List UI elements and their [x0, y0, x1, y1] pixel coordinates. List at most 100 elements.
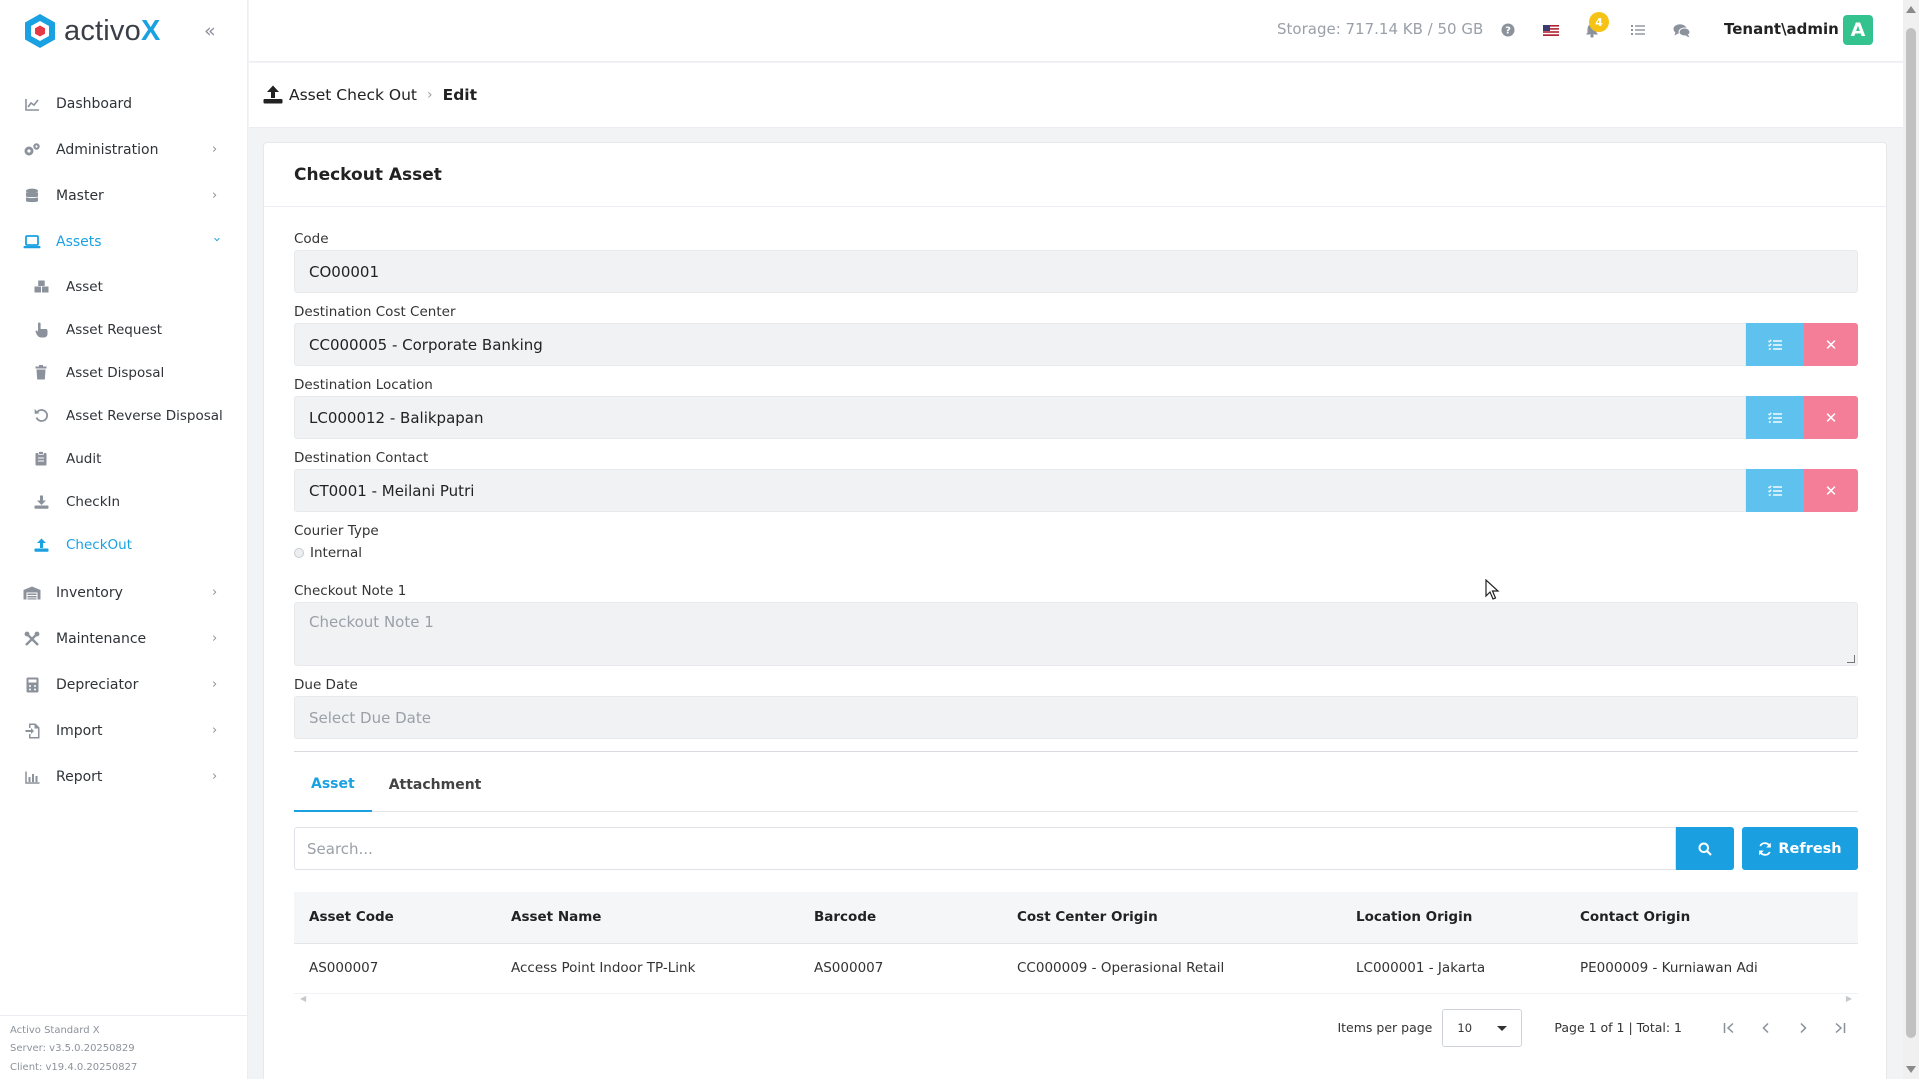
divider: [294, 751, 1858, 752]
sidebar-subitem-checkin[interactable]: CheckIn: [0, 480, 247, 523]
table-cell: LC000001 - Jakarta: [1341, 943, 1565, 994]
tab-asset[interactable]: Asset: [294, 757, 372, 812]
database-icon: [22, 186, 42, 206]
cost-center-label: Destination Cost Center: [294, 304, 456, 320]
courier-type-options: Internal: [294, 543, 1858, 563]
sidebar: activoX « Dashboard Administration › Mas…: [0, 0, 248, 1079]
chevron-down-icon: ›: [209, 236, 225, 243]
sidebar-subitem-label: Asset: [66, 278, 103, 295]
collapse-sidebar-icon[interactable]: «: [204, 20, 216, 42]
breadcrumb-parent[interactable]: Asset Check Out: [289, 86, 417, 104]
scroll-right-icon[interactable]: ▶: [1846, 994, 1852, 1006]
last-page-icon[interactable]: [1821, 1009, 1858, 1046]
contact-field[interactable]: CT0001 - Meilani Putri: [294, 469, 1746, 512]
sidebar-item-label: Dashboard: [56, 96, 132, 112]
product-name: Activo Standard X: [10, 1024, 100, 1036]
table-row[interactable]: AS000007 Access Point Indoor TP-Link AS0…: [294, 943, 1858, 994]
resize-grip-icon[interactable]: [1847, 655, 1855, 663]
sidebar-subitem-asset-reverse-disposal[interactable]: Asset Reverse Disposal: [0, 394, 247, 437]
note-label: Checkout Note 1: [294, 583, 407, 599]
sidebar-item-administration[interactable]: Administration ›: [0, 127, 247, 173]
column-header[interactable]: Asset Name: [496, 892, 799, 944]
cost-center-field[interactable]: CC000005 - Corporate Banking: [294, 323, 1746, 366]
sidebar-item-label: Report: [56, 769, 103, 785]
scroll-down-icon[interactable]: [1906, 1066, 1916, 1073]
sidebar-item-report[interactable]: Report ›: [0, 754, 247, 800]
code-label: Code: [294, 231, 329, 247]
refresh-label: Refresh: [1778, 840, 1842, 857]
location-clear-button[interactable]: ✕: [1804, 396, 1858, 439]
chat-icon[interactable]: [1672, 21, 1692, 39]
sidebar-item-maintenance[interactable]: Maintenance ›: [0, 616, 247, 662]
code-field[interactable]: CO00001: [294, 250, 1858, 293]
column-header[interactable]: Asset Code: [294, 892, 496, 944]
table-cell: Access Point Indoor TP-Link: [496, 943, 799, 994]
sidebar-item-master[interactable]: Master ›: [0, 173, 247, 219]
sidebar-item-label: Inventory: [56, 585, 123, 601]
upload-icon: [263, 85, 283, 105]
avatar[interactable]: A: [1843, 15, 1873, 45]
horizontal-scrollbar[interactable]: ◀ ▶: [294, 994, 1858, 1006]
list-check-icon: [1768, 484, 1782, 496]
sidebar-item-depreciator[interactable]: Depreciator ›: [0, 662, 247, 708]
sidebar-subitem-asset-disposal[interactable]: Asset Disposal: [0, 351, 247, 394]
sidebar-item-inventory[interactable]: Inventory ›: [0, 570, 247, 616]
tab-attachment[interactable]: Attachment: [372, 757, 499, 812]
sidebar-menu: Dashboard Administration › Master › Asse…: [0, 81, 247, 800]
items-per-page-select[interactable]: 10: [1442, 1008, 1523, 1047]
sidebar-subitem-asset[interactable]: Asset: [0, 265, 247, 308]
cost-center-clear-button[interactable]: ✕: [1804, 323, 1858, 366]
search-button[interactable]: [1676, 827, 1734, 870]
previous-page-icon[interactable]: [1747, 1009, 1784, 1046]
courier-type-label: Courier Type: [294, 523, 379, 539]
us-flag-icon[interactable]: [1542, 21, 1560, 39]
search-input[interactable]: Search...: [294, 827, 1676, 870]
next-page-icon[interactable]: [1784, 1009, 1821, 1046]
scroll-left-icon[interactable]: ◀: [300, 994, 306, 1006]
chevron-right-icon: ›: [212, 677, 218, 692]
boxes-icon: [32, 278, 50, 296]
column-header[interactable]: Barcode: [799, 892, 1002, 944]
table-toolbar: Search... Refresh: [294, 827, 1858, 870]
table-cell: PE000009 - Kurniawan Adi: [1565, 943, 1858, 994]
logo[interactable]: activoX «: [0, 0, 247, 62]
close-icon: ✕: [1824, 408, 1838, 427]
page-scrollbar[interactable]: [1903, 0, 1919, 1079]
table-cell: CC000009 - Operasional Retail: [1002, 943, 1341, 994]
cost-center-browse-button[interactable]: [1746, 323, 1804, 366]
user-name[interactable]: Tenant\admin: [1724, 20, 1839, 38]
contact-clear-button[interactable]: ✕: [1804, 469, 1858, 512]
chart-line-icon: [22, 94, 42, 114]
chart-bar-icon: [22, 767, 42, 787]
refresh-button[interactable]: Refresh: [1742, 827, 1858, 870]
first-page-icon[interactable]: [1710, 1009, 1747, 1046]
location-field[interactable]: LC000012 - Balikpapan: [294, 396, 1746, 439]
courier-internal-radio[interactable]: [294, 548, 304, 558]
column-header[interactable]: Contact Origin: [1565, 892, 1858, 944]
column-header[interactable]: Cost Center Origin: [1002, 892, 1341, 944]
chevron-right-icon: ›: [427, 87, 433, 103]
location-browse-button[interactable]: [1746, 396, 1804, 439]
sidebar-subitem-audit[interactable]: Audit: [0, 437, 247, 480]
checkout-card: Checkout Asset Code CO00001 Destination …: [263, 142, 1887, 1079]
help-icon[interactable]: ?: [1499, 21, 1517, 39]
due-date-picker[interactable]: Select Due Date: [294, 696, 1858, 739]
sidebar-subitem-checkout[interactable]: CheckOut: [0, 523, 247, 566]
scroll-up-icon[interactable]: [1906, 6, 1916, 13]
sidebar-item-dashboard[interactable]: Dashboard: [0, 81, 247, 127]
items-per-page-label: Items per page: [1337, 1020, 1433, 1035]
column-header[interactable]: Location Origin: [1341, 892, 1565, 944]
location-label: Destination Location: [294, 377, 433, 393]
sidebar-item-label: Master: [56, 188, 104, 204]
mouse-cursor-icon: [1485, 579, 1500, 600]
task-list-icon[interactable]: [1629, 21, 1647, 39]
sidebar-item-assets[interactable]: Assets ›: [0, 219, 247, 265]
table-cell: AS000007: [799, 943, 1002, 994]
location-lookup: LC000012 - Balikpapan ✕: [294, 396, 1858, 439]
contact-browse-button[interactable]: [1746, 469, 1804, 512]
checkout-note-textarea[interactable]: Checkout Note 1: [294, 602, 1858, 666]
sidebar-subitem-asset-request[interactable]: Asset Request: [0, 308, 247, 351]
caret-down-icon: [1497, 1025, 1508, 1031]
sidebar-item-import[interactable]: Import ›: [0, 708, 247, 754]
scrollbar-thumb[interactable]: [1906, 28, 1916, 1038]
